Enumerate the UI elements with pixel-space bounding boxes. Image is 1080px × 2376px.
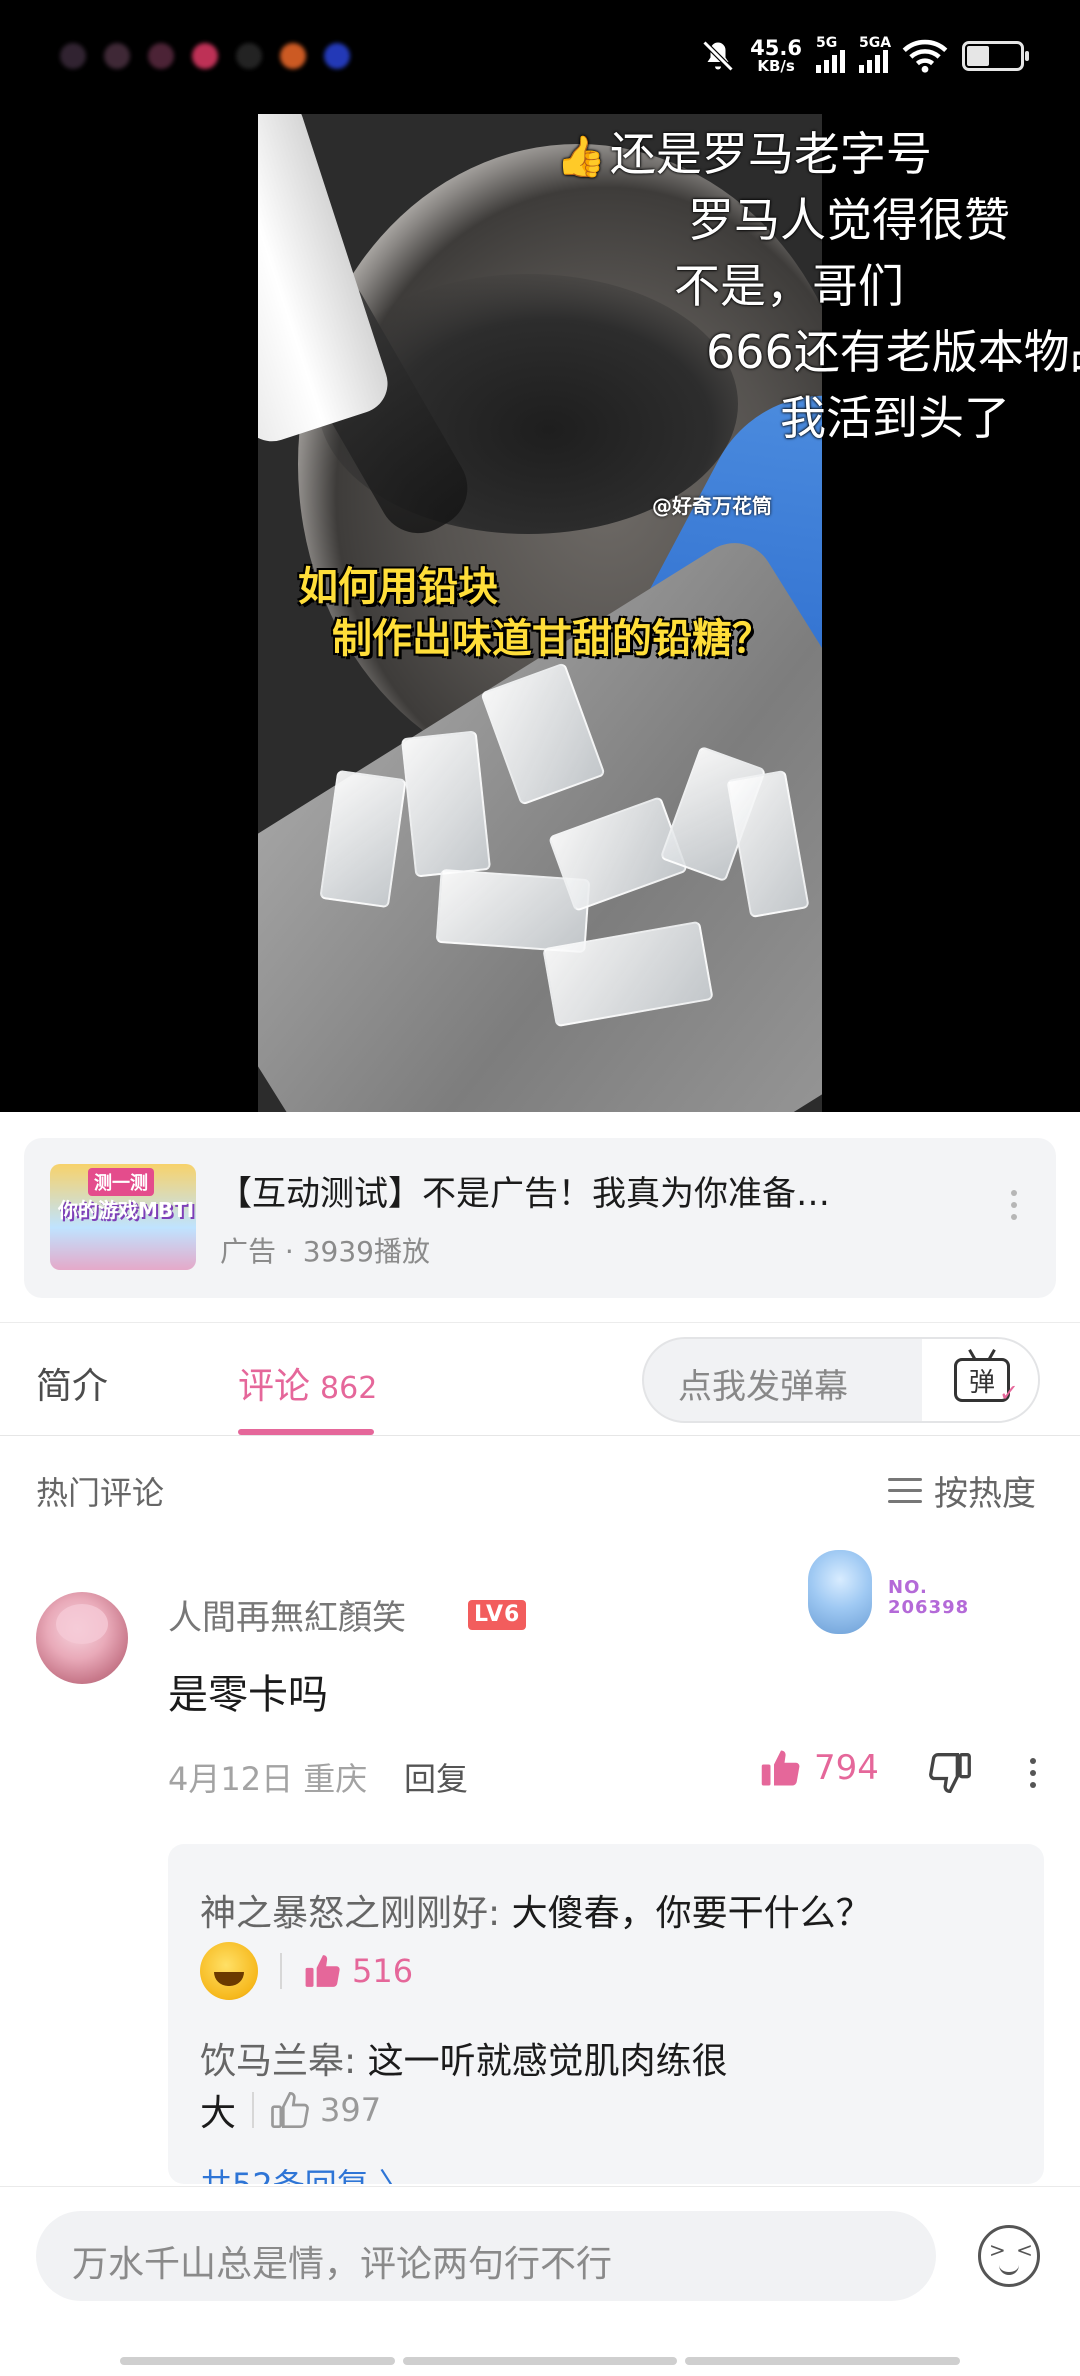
reply-like-count: 397 [320, 2091, 382, 2129]
app-icon [192, 43, 218, 69]
ice-block [400, 730, 492, 878]
comment-input-placeholder: 万水千山总是情，评论两句行不行 [72, 2244, 613, 2285]
video-watermark: @好奇万花筒 [652, 494, 772, 518]
status-bar: 45.6 KB/s 5G 5GA [0, 0, 1080, 112]
app-icon [324, 43, 350, 69]
ad-thumb-badge: 测一测 [88, 1168, 154, 1196]
comment-meta: 4月12日 重庆 [168, 1760, 368, 1798]
reply-text: 这一听就感觉肌肉练很 [367, 2041, 728, 2082]
ad-thumbnail: 测一测 你的游戏MBTI [50, 1164, 196, 1270]
ad-meta: 广告 · 3939播放 [220, 1235, 430, 1268]
thumbs-down-icon [929, 1753, 971, 1793]
danmaku-button[interactable]: 弹 ✓ [922, 1339, 1038, 1421]
dislike-button[interactable] [928, 1752, 972, 1798]
video-title-line1: 如何用铅块 [298, 564, 498, 610]
fan-badge-avatar [808, 1550, 872, 1634]
replies-box[interactable]: 神之暴怒之刚刚好: 大傻春，你要干什么？ 516 饮马兰皋: 这一听就感觉肌肉练… [168, 1844, 1044, 2184]
signal-label: 5G [816, 35, 838, 51]
comment-input[interactable]: 万水千山总是情，评论两句行不行 [36, 2211, 936, 2301]
danmaku-tv-icon: 弹 ✓ [954, 1358, 1019, 1407]
ad-thumb-text: 你的游戏MBTI [58, 1198, 195, 1222]
home-indicator [120, 2357, 961, 2365]
danmaku-item: 666还有老版本物品 [706, 325, 1080, 379]
tab-intro[interactable]: 简介 [36, 1357, 108, 1409]
laughing-emoji-icon [200, 1942, 258, 2000]
hot-comments-header: 热门评论 [36, 1474, 165, 1512]
tab-comments-label: 评论 [238, 1366, 311, 1407]
wifi-icon [902, 39, 948, 73]
like-button[interactable]: 794 [760, 1748, 879, 1788]
tab-indicator [238, 1429, 374, 1435]
ad-card[interactable]: 测一测 你的游戏MBTI 【互动测试】不是广告！我真为你准备… 广告 · 393… [24, 1138, 1056, 1298]
screen: { "status_bar": { "net_speed_value": "45… [0, 0, 1080, 2376]
video-title-line2: 制作出味道甘甜的铅糖？ [332, 616, 772, 662]
danmaku-button-label: 弹 [968, 1367, 995, 1398]
reply-like-button[interactable]: 516 [304, 1952, 413, 1990]
signal-label: 5GA [859, 35, 892, 51]
reply-button[interactable]: 回复 [404, 1754, 468, 1800]
comment-username[interactable]: 人間再無紅顏笑 [168, 1590, 406, 1639]
comment-text: 是零卡吗 [168, 1672, 328, 1718]
mute-bell-icon [702, 40, 734, 72]
avatar[interactable] [36, 1592, 128, 1684]
net-speed-value: 45.6 [750, 36, 802, 60]
app-icon [60, 43, 86, 69]
signal-5g-icon: 5G [816, 35, 845, 73]
tab-comments-count: 862 [320, 1371, 378, 1406]
like-count: 794 [814, 1748, 879, 1788]
ad-title: 【互动测试】不是广告！我真为你准备… [218, 1174, 830, 1214]
reply-item: 神之暴怒之刚刚好: 大傻春，你要干什么？ [200, 1884, 872, 1936]
reply-text-cont: 大 [200, 2093, 237, 2134]
thumbs-up-icon [305, 1955, 340, 1987]
reply-username[interactable]: 神之暴怒之刚刚好 [200, 1893, 488, 1934]
fan-badge-number: NO. 206398 [888, 1578, 969, 1618]
tab-bar: 简介 评论 862 点我发弹幕 弹 ✓ [0, 1322, 1080, 1436]
danmaku-text: 还是罗马老字号 [609, 127, 932, 181]
thumbs-up-icon: 👍 [556, 134, 606, 180]
tab-comments[interactable]: 评论 862 [238, 1357, 377, 1409]
reply-username[interactable]: 饮马兰皋 [200, 2041, 344, 2082]
app-icon [236, 43, 262, 69]
sort-label: 按热度 [934, 1474, 1036, 1514]
danmaku-item: 不是，哥们 [674, 259, 904, 313]
reply-like-count: 516 [352, 1952, 414, 1990]
danmaku-item: 👍还是罗马老字号 [556, 118, 932, 184]
danmaku-item: 我活到头了 [780, 391, 1010, 445]
comment-more-icon[interactable] [1030, 1758, 1036, 1788]
thumbs-up-icon [761, 1750, 800, 1786]
reply-text: 大傻春，你要干什么？ [511, 1893, 872, 1934]
battery-icon [962, 41, 1029, 71]
fan-no-label: NO. [888, 1577, 928, 1598]
reply-colon: : [344, 2041, 368, 2082]
app-icon [104, 43, 130, 69]
reply-colon: : [488, 1893, 512, 1934]
thumbs-up-outline-icon [271, 2091, 309, 2129]
fan-no-value: 206398 [888, 1596, 970, 1618]
fan-badge[interactable]: NO. 206398 [808, 1550, 1008, 1642]
more-replies-link[interactable]: 共52条回复 〉 [200, 2160, 411, 2184]
danmaku-placeholder: 点我发弹幕 [678, 1367, 848, 1407]
app-icon [280, 43, 306, 69]
divider [280, 1953, 282, 1989]
notification-icons [60, 43, 350, 69]
signal-5ga-icon: 5GA [859, 35, 891, 73]
reply-item: 饮马兰皋: 这一听就感觉肌肉练很 [200, 2032, 728, 2084]
net-speed: 45.6 KB/s [750, 38, 802, 74]
level-badge: LV6 [468, 1600, 527, 1630]
danmaku-input[interactable]: 点我发弹幕 弹 ✓ [642, 1337, 1040, 1423]
net-speed-unit: KB/s [757, 57, 795, 75]
check-icon: ✓ [998, 1379, 1019, 1407]
more-icon[interactable] [1004, 1190, 1024, 1220]
app-icon [148, 43, 174, 69]
menu-icon [888, 1478, 922, 1503]
video-player[interactable]: 45.6 KB/s 5G 5GA 👍还是罗马老字号 罗马人觉得很赞 不是，哥们 … [0, 0, 1080, 1112]
danmaku-item: 罗马人觉得很赞 [688, 193, 1010, 247]
comment-input-bar: 万水千山总是情，评论两句行不行 [0, 2186, 1080, 2376]
reply-like-button[interactable]: 397 [270, 2091, 381, 2129]
sort-button[interactable]: 按热度 [888, 1466, 1036, 1515]
emoji-icon[interactable] [978, 2225, 1040, 2287]
divider [252, 2092, 255, 2128]
